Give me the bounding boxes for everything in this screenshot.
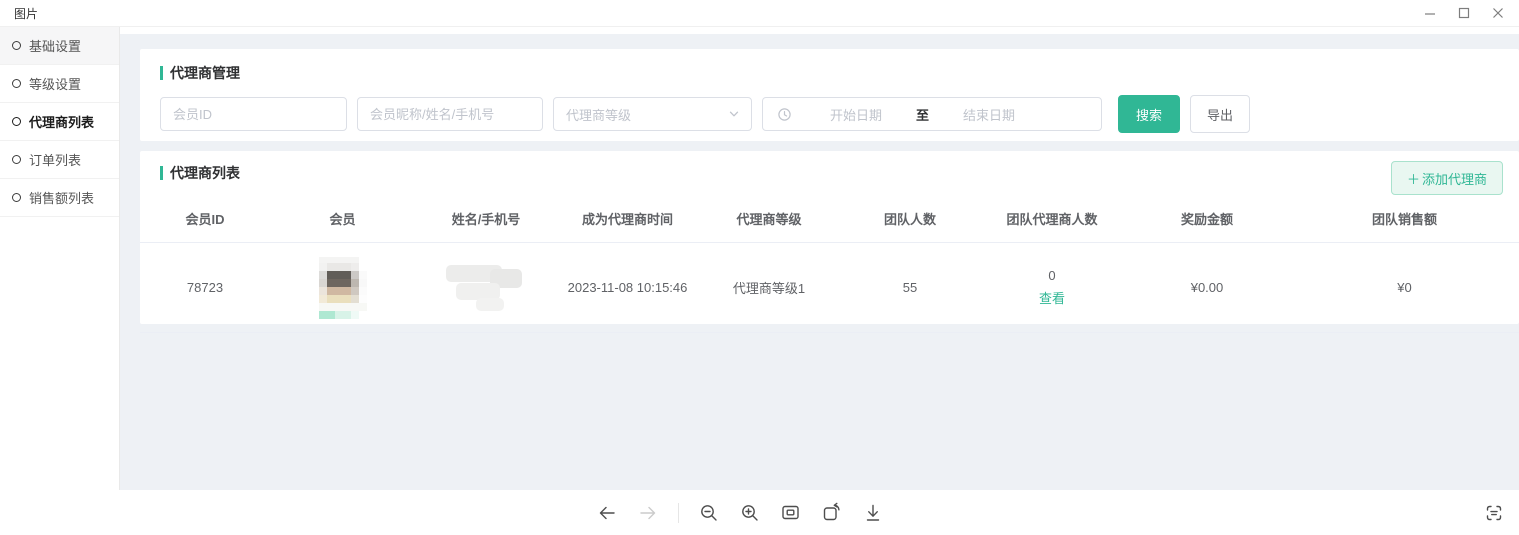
col-team-count: 团队人数 (840, 197, 980, 243)
view-link[interactable]: 查看 (1039, 288, 1065, 307)
download-button[interactable] (862, 502, 884, 524)
clock-icon (777, 107, 792, 122)
window-title: 图片 (0, 5, 38, 22)
date-separator: 至 (916, 105, 929, 124)
image-content: 基础设置 等级设置 代理商列表 订单列表 销售额列表 代理商管理 (0, 26, 1519, 490)
export-button[interactable]: 导出 (1190, 95, 1250, 133)
back-button[interactable] (596, 502, 618, 524)
close-icon (1492, 7, 1504, 19)
sidebar-item-sales-list[interactable]: 销售额列表 (0, 179, 119, 217)
toolbar-divider (678, 503, 679, 523)
sidebar-item-order-list[interactable]: 订单列表 (0, 141, 119, 179)
window-controls (1413, 0, 1515, 26)
col-name-phone: 姓名/手机号 (415, 197, 557, 243)
select-placeholder: 代理商等级 (566, 105, 631, 124)
scan-text-icon (1484, 503, 1504, 523)
sidebar-item-label: 基础设置 (29, 36, 81, 55)
agent-table: 会员ID 会员 姓名/手机号 成为代理商时间 代理商等级 团队人数 团队代理商人… (140, 197, 1519, 333)
date-range-picker[interactable]: 开始日期 至 结束日期 (762, 97, 1102, 131)
agent-list-card: 代理商列表 ＋添加代理商 会员ID 会员 姓名/手机号 成为代理 (140, 151, 1519, 324)
radio-circle-icon (12, 193, 21, 202)
add-agent-button[interactable]: ＋添加代理商 (1391, 161, 1503, 195)
table-row: 78723 (140, 243, 1519, 333)
sidebar-item-level-settings[interactable]: 等级设置 (0, 65, 119, 103)
accent-bar (160, 66, 163, 80)
end-date-placeholder: 结束日期 (963, 105, 1015, 124)
sidebar: 基础设置 等级设置 代理商列表 订单列表 销售额列表 (0, 27, 120, 490)
agent-management-card: 代理商管理 代理商等级 开始日期 (140, 49, 1519, 141)
minimize-button[interactable] (1413, 1, 1447, 25)
name-text-blurred (446, 263, 526, 313)
member-name-input[interactable] (357, 97, 543, 131)
radio-circle-icon (12, 79, 21, 88)
plus-icon: ＋ (1407, 172, 1420, 187)
member-avatar-blurred (319, 257, 367, 319)
search-form: 代理商等级 开始日期 至 结束日期 搜索 导出 (160, 95, 1499, 133)
cell-reward-amount: ¥0.00 (1124, 243, 1290, 333)
start-date-placeholder: 开始日期 (830, 105, 882, 124)
cell-team-count: 55 (840, 243, 980, 333)
image-viewer-toolbar (0, 490, 1519, 535)
rotate-button[interactable] (821, 502, 843, 524)
main-content: 代理商管理 代理商等级 开始日期 (120, 27, 1519, 490)
radio-circle-icon (12, 155, 21, 164)
minimize-icon (1424, 7, 1436, 19)
section-title-agent-management: 代理商管理 (160, 63, 1499, 83)
window-titlebar: 图片 (0, 0, 1519, 26)
sidebar-item-label: 代理商列表 (29, 112, 94, 131)
cell-name-phone-blurred (415, 243, 557, 333)
table-header-row: 会员ID 会员 姓名/手机号 成为代理商时间 代理商等级 团队人数 团队代理商人… (140, 197, 1519, 243)
cell-become-time: 2023-11-08 10:15:46 (557, 243, 698, 333)
chevron-down-icon (727, 107, 741, 121)
radio-circle-icon (12, 117, 21, 126)
col-become-time: 成为代理商时间 (557, 197, 698, 243)
scan-text-button[interactable] (1482, 501, 1506, 525)
sidebar-item-label: 销售额列表 (29, 188, 94, 207)
maximize-button[interactable] (1447, 1, 1481, 25)
viewer-tools (596, 502, 884, 524)
rotate-icon (821, 502, 842, 523)
download-icon (863, 503, 883, 523)
cell-team-agent-count: 0 查看 (980, 243, 1124, 333)
sidebar-item-basic-settings[interactable]: 基础设置 (0, 27, 119, 65)
col-team-sales: 团队销售额 (1290, 197, 1519, 243)
cell-member-id: 78723 (140, 243, 270, 333)
col-member-id: 会员ID (140, 197, 270, 243)
col-team-agent-count: 团队代理商人数 (980, 197, 1124, 243)
fit-window-icon (780, 502, 801, 523)
close-button[interactable] (1481, 1, 1515, 25)
col-agent-level: 代理商等级 (698, 197, 840, 243)
section-title-agent-list: 代理商列表 (160, 163, 1519, 183)
team-agent-count-value: 0 (980, 269, 1124, 282)
col-member: 会员 (270, 197, 415, 243)
back-icon (596, 502, 618, 524)
member-id-input[interactable] (160, 97, 347, 131)
cell-member-avatar (270, 243, 415, 333)
fit-window-button[interactable] (780, 502, 802, 524)
sidebar-item-label: 等级设置 (29, 74, 81, 93)
forward-button[interactable] (637, 502, 659, 524)
section-title-text: 代理商列表 (170, 163, 240, 183)
content-panel: 代理商管理 代理商等级 开始日期 (120, 34, 1519, 491)
cell-agent-level: 代理商等级1 (698, 243, 840, 333)
sidebar-item-agent-list[interactable]: 代理商列表 (0, 103, 119, 141)
forward-icon (637, 502, 659, 524)
sidebar-item-label: 订单列表 (29, 150, 81, 169)
search-button[interactable]: 搜索 (1118, 95, 1180, 133)
zoom-in-button[interactable] (739, 502, 761, 524)
section-title-text: 代理商管理 (170, 63, 240, 83)
cell-team-sales: ¥0 (1290, 243, 1519, 333)
zoom-out-icon (699, 503, 719, 523)
zoom-out-button[interactable] (698, 502, 720, 524)
accent-bar (160, 166, 163, 180)
add-agent-label: 添加代理商 (1422, 172, 1487, 187)
zoom-in-icon (740, 503, 760, 523)
maximize-icon (1458, 7, 1470, 19)
agent-level-select[interactable]: 代理商等级 (553, 97, 752, 131)
col-reward-amount: 奖励金额 (1124, 197, 1290, 243)
radio-circle-icon (12, 41, 21, 50)
